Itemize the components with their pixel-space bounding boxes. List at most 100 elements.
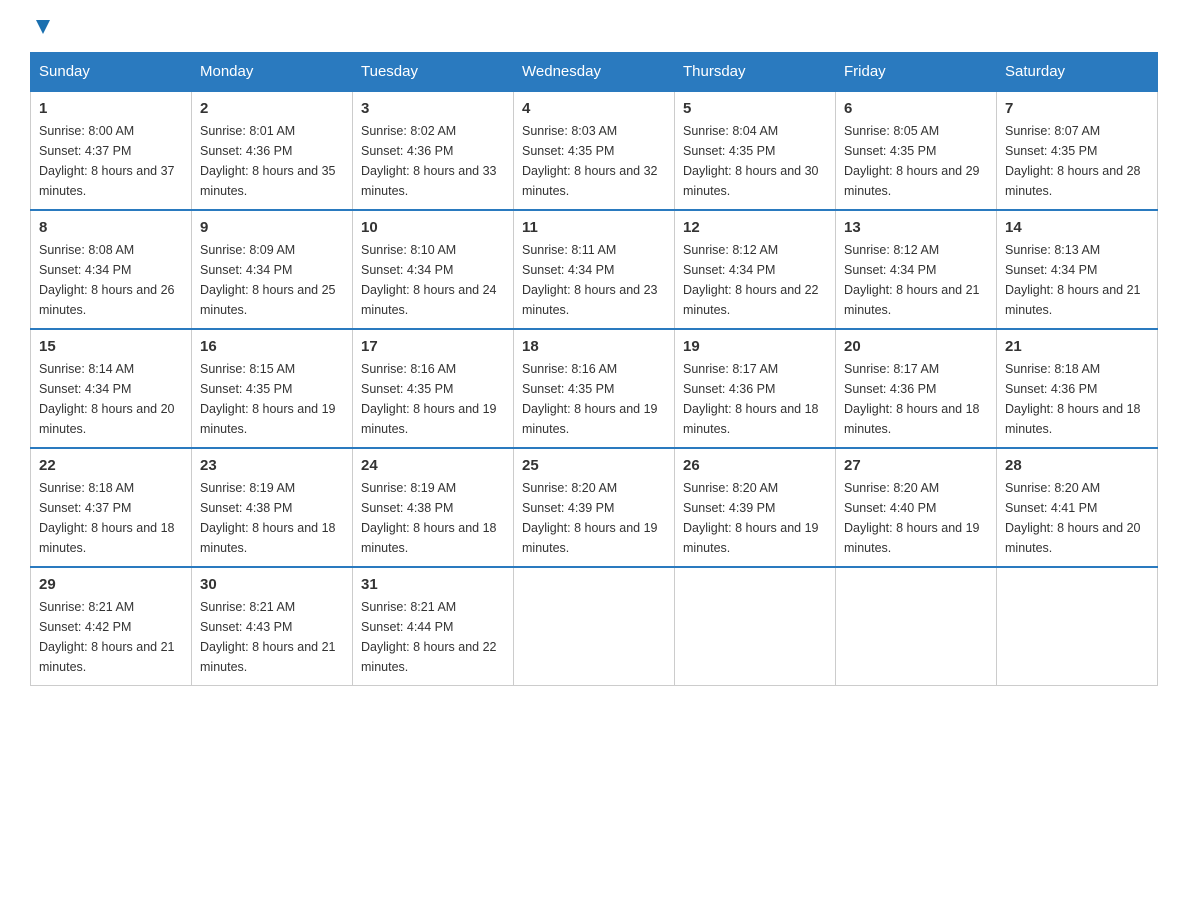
calendar-cell: 16 Sunrise: 8:15 AM Sunset: 4:35 PM Dayl… <box>192 329 353 448</box>
daylight-label: Daylight: 8 hours and 21 minutes. <box>844 283 980 317</box>
calendar-cell: 12 Sunrise: 8:12 AM Sunset: 4:34 PM Dayl… <box>675 210 836 329</box>
day-info: Sunrise: 8:04 AM Sunset: 4:35 PM Dayligh… <box>683 121 827 201</box>
calendar-cell <box>836 567 997 686</box>
day-info: Sunrise: 8:05 AM Sunset: 4:35 PM Dayligh… <box>844 121 988 201</box>
week-row-5: 29 Sunrise: 8:21 AM Sunset: 4:42 PM Dayl… <box>31 567 1158 686</box>
calendar-cell: 30 Sunrise: 8:21 AM Sunset: 4:43 PM Dayl… <box>192 567 353 686</box>
sunrise-label: Sunrise: 8:21 AM <box>39 600 134 614</box>
sunset-label: Sunset: 4:34 PM <box>39 263 131 277</box>
day-number: 29 <box>39 576 183 593</box>
week-row-1: 1 Sunrise: 8:00 AM Sunset: 4:37 PM Dayli… <box>31 91 1158 210</box>
daylight-label: Daylight: 8 hours and 18 minutes. <box>1005 402 1141 436</box>
sunset-label: Sunset: 4:42 PM <box>39 620 131 634</box>
sunrise-label: Sunrise: 8:12 AM <box>683 243 778 257</box>
calendar-table: SundayMondayTuesdayWednesdayThursdayFrid… <box>30 52 1158 686</box>
logo <box>30 20 54 32</box>
sunrise-label: Sunrise: 8:21 AM <box>361 600 456 614</box>
sunset-label: Sunset: 4:40 PM <box>844 501 936 515</box>
weekday-header-row: SundayMondayTuesdayWednesdayThursdayFrid… <box>31 53 1158 92</box>
day-info: Sunrise: 8:18 AM Sunset: 4:37 PM Dayligh… <box>39 478 183 558</box>
calendar-cell: 7 Sunrise: 8:07 AM Sunset: 4:35 PM Dayli… <box>997 91 1158 210</box>
sunrise-label: Sunrise: 8:21 AM <box>200 600 295 614</box>
day-info: Sunrise: 8:15 AM Sunset: 4:35 PM Dayligh… <box>200 359 344 439</box>
daylight-label: Daylight: 8 hours and 28 minutes. <box>1005 164 1141 198</box>
sunset-label: Sunset: 4:35 PM <box>1005 144 1097 158</box>
daylight-label: Daylight: 8 hours and 20 minutes. <box>39 402 175 436</box>
sunrise-label: Sunrise: 8:05 AM <box>844 124 939 138</box>
sunset-label: Sunset: 4:35 PM <box>522 144 614 158</box>
sunrise-label: Sunrise: 8:18 AM <box>39 481 134 495</box>
sunset-label: Sunset: 4:35 PM <box>844 144 936 158</box>
calendar-cell: 22 Sunrise: 8:18 AM Sunset: 4:37 PM Dayl… <box>31 448 192 567</box>
daylight-label: Daylight: 8 hours and 21 minutes. <box>200 640 336 674</box>
day-number: 25 <box>522 457 666 474</box>
day-info: Sunrise: 8:20 AM Sunset: 4:39 PM Dayligh… <box>683 478 827 558</box>
weekday-header-wednesday: Wednesday <box>514 53 675 92</box>
sunset-label: Sunset: 4:36 PM <box>844 382 936 396</box>
sunrise-label: Sunrise: 8:14 AM <box>39 362 134 376</box>
weekday-header-saturday: Saturday <box>997 53 1158 92</box>
calendar-cell <box>997 567 1158 686</box>
day-info: Sunrise: 8:20 AM Sunset: 4:41 PM Dayligh… <box>1005 478 1149 558</box>
daylight-label: Daylight: 8 hours and 18 minutes. <box>683 402 819 436</box>
sunrise-label: Sunrise: 8:20 AM <box>1005 481 1100 495</box>
daylight-label: Daylight: 8 hours and 19 minutes. <box>522 402 658 436</box>
day-info: Sunrise: 8:20 AM Sunset: 4:39 PM Dayligh… <box>522 478 666 558</box>
daylight-label: Daylight: 8 hours and 21 minutes. <box>39 640 175 674</box>
sunset-label: Sunset: 4:37 PM <box>39 501 131 515</box>
day-number: 4 <box>522 100 666 117</box>
daylight-label: Daylight: 8 hours and 18 minutes. <box>844 402 980 436</box>
calendar-cell: 24 Sunrise: 8:19 AM Sunset: 4:38 PM Dayl… <box>353 448 514 567</box>
calendar-cell: 5 Sunrise: 8:04 AM Sunset: 4:35 PM Dayli… <box>675 91 836 210</box>
sunrise-label: Sunrise: 8:16 AM <box>361 362 456 376</box>
calendar-cell: 11 Sunrise: 8:11 AM Sunset: 4:34 PM Dayl… <box>514 210 675 329</box>
day-number: 10 <box>361 219 505 236</box>
calendar-cell: 20 Sunrise: 8:17 AM Sunset: 4:36 PM Dayl… <box>836 329 997 448</box>
day-number: 18 <box>522 338 666 355</box>
day-info: Sunrise: 8:00 AM Sunset: 4:37 PM Dayligh… <box>39 121 183 201</box>
sunset-label: Sunset: 4:34 PM <box>200 263 292 277</box>
day-info: Sunrise: 8:19 AM Sunset: 4:38 PM Dayligh… <box>361 478 505 558</box>
daylight-label: Daylight: 8 hours and 35 minutes. <box>200 164 336 198</box>
sunset-label: Sunset: 4:34 PM <box>844 263 936 277</box>
sunset-label: Sunset: 4:35 PM <box>683 144 775 158</box>
day-number: 17 <box>361 338 505 355</box>
day-info: Sunrise: 8:08 AM Sunset: 4:34 PM Dayligh… <box>39 240 183 320</box>
day-number: 28 <box>1005 457 1149 474</box>
sunrise-label: Sunrise: 8:20 AM <box>522 481 617 495</box>
week-row-3: 15 Sunrise: 8:14 AM Sunset: 4:34 PM Dayl… <box>31 329 1158 448</box>
calendar-cell: 17 Sunrise: 8:16 AM Sunset: 4:35 PM Dayl… <box>353 329 514 448</box>
calendar-cell: 27 Sunrise: 8:20 AM Sunset: 4:40 PM Dayl… <box>836 448 997 567</box>
day-number: 3 <box>361 100 505 117</box>
daylight-label: Daylight: 8 hours and 19 minutes. <box>361 402 497 436</box>
calendar-cell: 14 Sunrise: 8:13 AM Sunset: 4:34 PM Dayl… <box>997 210 1158 329</box>
day-info: Sunrise: 8:14 AM Sunset: 4:34 PM Dayligh… <box>39 359 183 439</box>
weekday-header-monday: Monday <box>192 53 353 92</box>
sunset-label: Sunset: 4:38 PM <box>361 501 453 515</box>
sunset-label: Sunset: 4:43 PM <box>200 620 292 634</box>
sunset-label: Sunset: 4:35 PM <box>361 382 453 396</box>
calendar-cell: 15 Sunrise: 8:14 AM Sunset: 4:34 PM Dayl… <box>31 329 192 448</box>
calendar-cell: 26 Sunrise: 8:20 AM Sunset: 4:39 PM Dayl… <box>675 448 836 567</box>
sunset-label: Sunset: 4:36 PM <box>1005 382 1097 396</box>
calendar-cell: 9 Sunrise: 8:09 AM Sunset: 4:34 PM Dayli… <box>192 210 353 329</box>
calendar-cell: 8 Sunrise: 8:08 AM Sunset: 4:34 PM Dayli… <box>31 210 192 329</box>
day-info: Sunrise: 8:07 AM Sunset: 4:35 PM Dayligh… <box>1005 121 1149 201</box>
sunrise-label: Sunrise: 8:08 AM <box>39 243 134 257</box>
sunrise-label: Sunrise: 8:07 AM <box>1005 124 1100 138</box>
sunrise-label: Sunrise: 8:01 AM <box>200 124 295 138</box>
calendar-cell: 25 Sunrise: 8:20 AM Sunset: 4:39 PM Dayl… <box>514 448 675 567</box>
sunset-label: Sunset: 4:36 PM <box>683 382 775 396</box>
day-number: 13 <box>844 219 988 236</box>
sunset-label: Sunset: 4:34 PM <box>1005 263 1097 277</box>
week-row-2: 8 Sunrise: 8:08 AM Sunset: 4:34 PM Dayli… <box>31 210 1158 329</box>
day-info: Sunrise: 8:21 AM Sunset: 4:43 PM Dayligh… <box>200 597 344 677</box>
day-number: 31 <box>361 576 505 593</box>
sunset-label: Sunset: 4:34 PM <box>683 263 775 277</box>
day-number: 7 <box>1005 100 1149 117</box>
daylight-label: Daylight: 8 hours and 20 minutes. <box>1005 521 1141 555</box>
day-info: Sunrise: 8:16 AM Sunset: 4:35 PM Dayligh… <box>361 359 505 439</box>
sunrise-label: Sunrise: 8:02 AM <box>361 124 456 138</box>
sunrise-label: Sunrise: 8:18 AM <box>1005 362 1100 376</box>
calendar-cell: 6 Sunrise: 8:05 AM Sunset: 4:35 PM Dayli… <box>836 91 997 210</box>
